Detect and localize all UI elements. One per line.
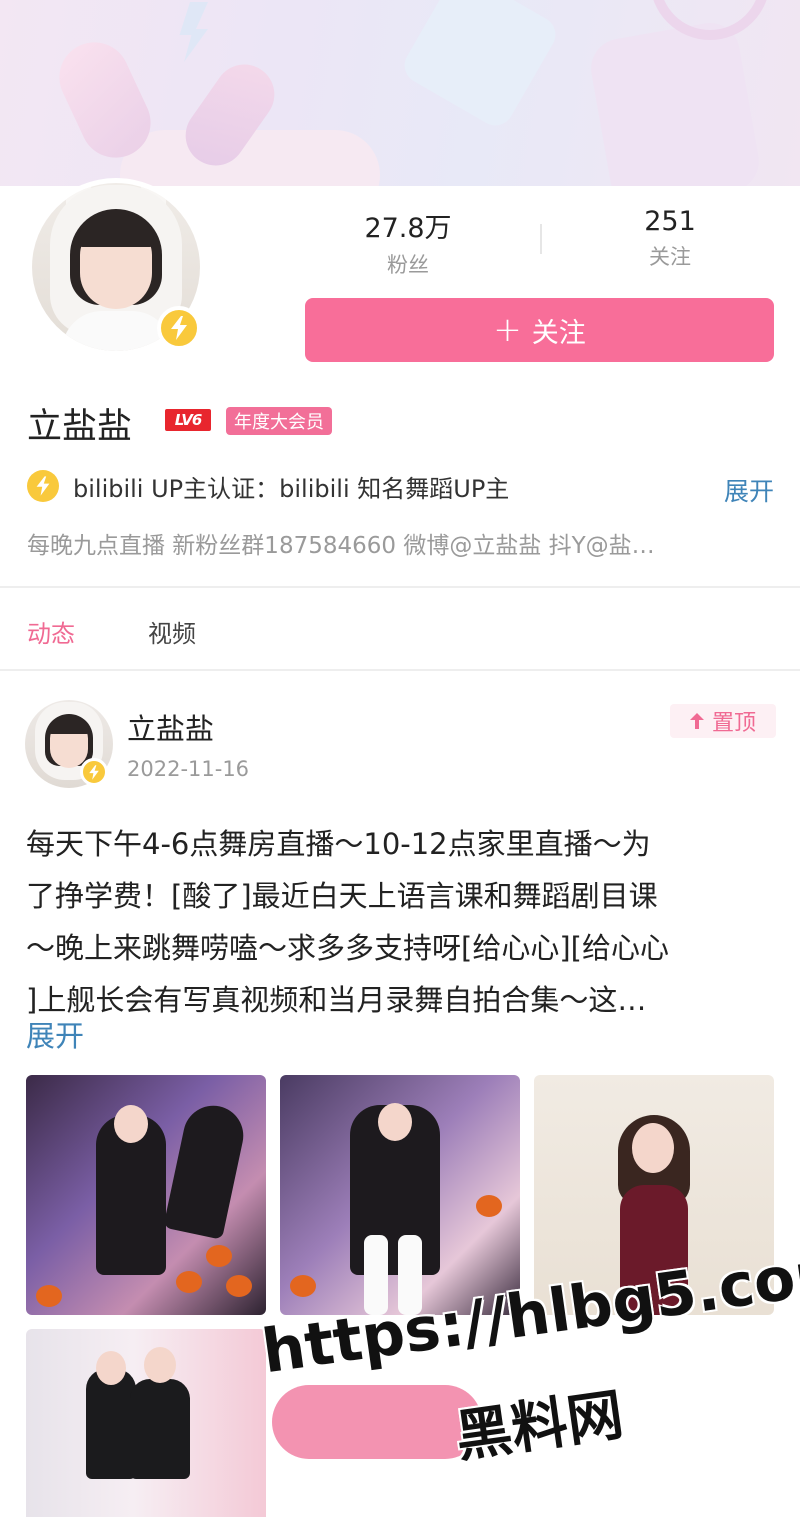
post-image[interactable]	[280, 1075, 520, 1315]
fans-label: 粉丝	[387, 253, 429, 277]
divider	[0, 586, 800, 588]
banner-bolt-decoration	[179, 2, 208, 62]
post-image[interactable]	[26, 1075, 266, 1315]
divider	[0, 669, 800, 671]
stat-divider	[540, 224, 542, 254]
post-image[interactable]	[26, 1329, 266, 1517]
post-date: 2022-11-16	[127, 757, 250, 781]
fans-count: 27.8万	[364, 213, 452, 244]
post-content[interactable]: 每天下午4-6点舞房直播～10-12点家里直播～为 了挣学费！[酸了]最近白天上…	[26, 818, 776, 1026]
expand-post-link[interactable]: 展开	[26, 1013, 84, 1055]
pin-arrow-icon	[689, 713, 704, 729]
plus-icon: +	[493, 310, 522, 350]
fans-stat[interactable]: 27.8万 粉丝	[340, 206, 476, 279]
follow-button-label: 关注	[531, 317, 586, 349]
tab-videos[interactable]: 视频	[148, 614, 196, 649]
verified-lightning-icon	[80, 758, 108, 786]
pinned-label: 置顶	[711, 711, 756, 736]
profile-page: 27.8万 粉丝 251 关注 + 关注 立盐盐 LV6 年度大会员 bilib…	[0, 0, 800, 1517]
pinned-badge: 置顶	[670, 704, 776, 738]
following-stat[interactable]: 251 关注	[612, 206, 728, 271]
profile-bio[interactable]: 每晚九点直播 新粉丝群187584660 微博@立盐盐 抖Y@盐…	[27, 526, 767, 560]
watermark-site: 黑料网	[451, 1382, 628, 1471]
verified-lightning-icon	[27, 470, 59, 502]
profile-banner	[0, 0, 800, 186]
level-badge: LV6	[165, 409, 211, 431]
profile-name: 立盐盐	[27, 407, 133, 447]
certification-row: bilibili UP主认证：bilibili 知名舞蹈UP主	[27, 468, 777, 504]
certification-text: bilibili UP主认证：bilibili 知名舞蹈UP主	[73, 474, 510, 503]
post-text-line: 了挣学费！[酸了]最近白天上语言课和舞蹈剧目课	[26, 879, 658, 913]
expand-profile-link[interactable]: 展开	[724, 472, 774, 508]
following-count: 251	[644, 206, 696, 237]
following-label: 关注	[649, 245, 691, 269]
post-author-name[interactable]: 立盐盐	[127, 706, 214, 748]
vip-badge[interactable]: 年度大会员	[226, 407, 332, 435]
post-text-line: ]上舰长会有写真视频和当月录舞自拍合集～这…	[26, 983, 647, 1017]
tab-dynamics[interactable]: 动态	[27, 614, 75, 649]
profile-avatar[interactable]	[27, 178, 205, 356]
post-text-line: ～晚上来跳舞唠嗑～求多多支持呀[给心心][给心心	[26, 931, 669, 965]
follow-button[interactable]: + 关注	[305, 298, 774, 362]
post-text-line: 每天下午4-6点舞房直播～10-12点家里直播～为	[26, 827, 651, 861]
verified-lightning-icon	[157, 306, 201, 350]
